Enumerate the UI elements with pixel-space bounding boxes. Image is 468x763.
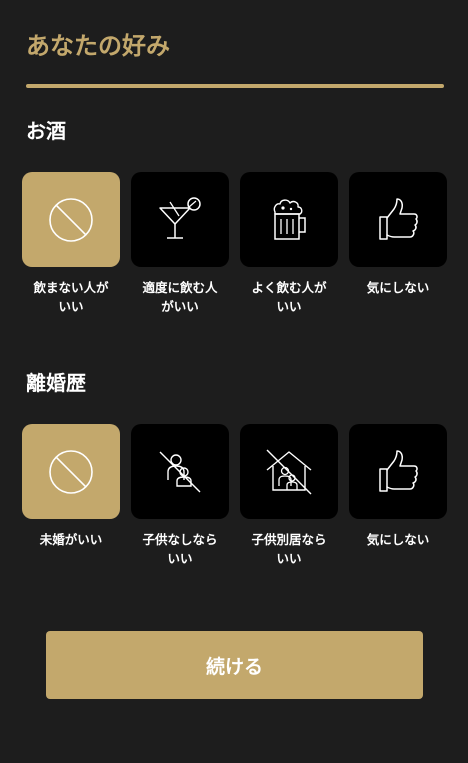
cocktail-glass-icon xyxy=(159,196,201,239)
section-title-alcohol: お酒 xyxy=(26,119,66,143)
option-label: 気にしない xyxy=(366,532,430,547)
section-title-divorce-history: 離婚歴 xyxy=(26,371,86,395)
thumbs-up-icon xyxy=(379,197,418,240)
children-separate-house-icon xyxy=(266,449,312,494)
option-tile xyxy=(22,172,120,267)
option-label: 未婚がいい xyxy=(39,532,103,547)
no-children-icon xyxy=(159,451,201,492)
option-tile xyxy=(22,424,120,519)
option-label: よく飲む人が いい xyxy=(251,280,327,314)
option-moderate-drinkers[interactable]: 適度に飲む人 がいい xyxy=(131,172,229,316)
alcohol-options: 飲まない人が いい 適度に飲む人 がいい よく飲む人が いい 気にしない xyxy=(22,172,447,317)
page-title: あなたの好み xyxy=(26,32,170,60)
option-label: 飲まない人が いい xyxy=(33,280,109,314)
option-no-children[interactable]: 子供なしなら いい xyxy=(131,424,229,568)
option-label: 適度に飲む人 がいい xyxy=(142,280,218,314)
option-label: 子供なしなら いい xyxy=(142,532,218,566)
option-tile xyxy=(240,172,338,267)
option-tile xyxy=(131,172,229,267)
option-tile xyxy=(349,424,447,519)
title-divider xyxy=(26,84,444,88)
beer-mug-icon xyxy=(273,198,306,240)
option-dont-care-divorce[interactable]: 気にしない xyxy=(349,424,447,549)
option-tile xyxy=(131,424,229,519)
prohibited-icon xyxy=(49,449,93,494)
option-no-drinkers[interactable]: 飲まない人が いい xyxy=(22,172,120,316)
prohibited-icon xyxy=(49,197,93,242)
option-heavy-drinkers[interactable]: よく飲む人が いい xyxy=(240,172,338,316)
continue-button[interactable]: 続ける xyxy=(46,631,423,699)
option-label: 子供別居なら いい xyxy=(251,532,327,566)
option-tile xyxy=(349,172,447,267)
option-label: 気にしない xyxy=(366,280,430,295)
option-tile xyxy=(240,424,338,519)
divorce-history-options: 未婚がいい 子供なしなら いい 子供別居なら いい 気にしない xyxy=(22,424,447,569)
option-children-separate[interactable]: 子供別居なら いい xyxy=(240,424,338,568)
thumbs-up-icon xyxy=(379,449,418,492)
option-dont-care-alcohol[interactable]: 気にしない xyxy=(349,172,447,297)
option-never-married[interactable]: 未婚がいい xyxy=(22,424,120,549)
